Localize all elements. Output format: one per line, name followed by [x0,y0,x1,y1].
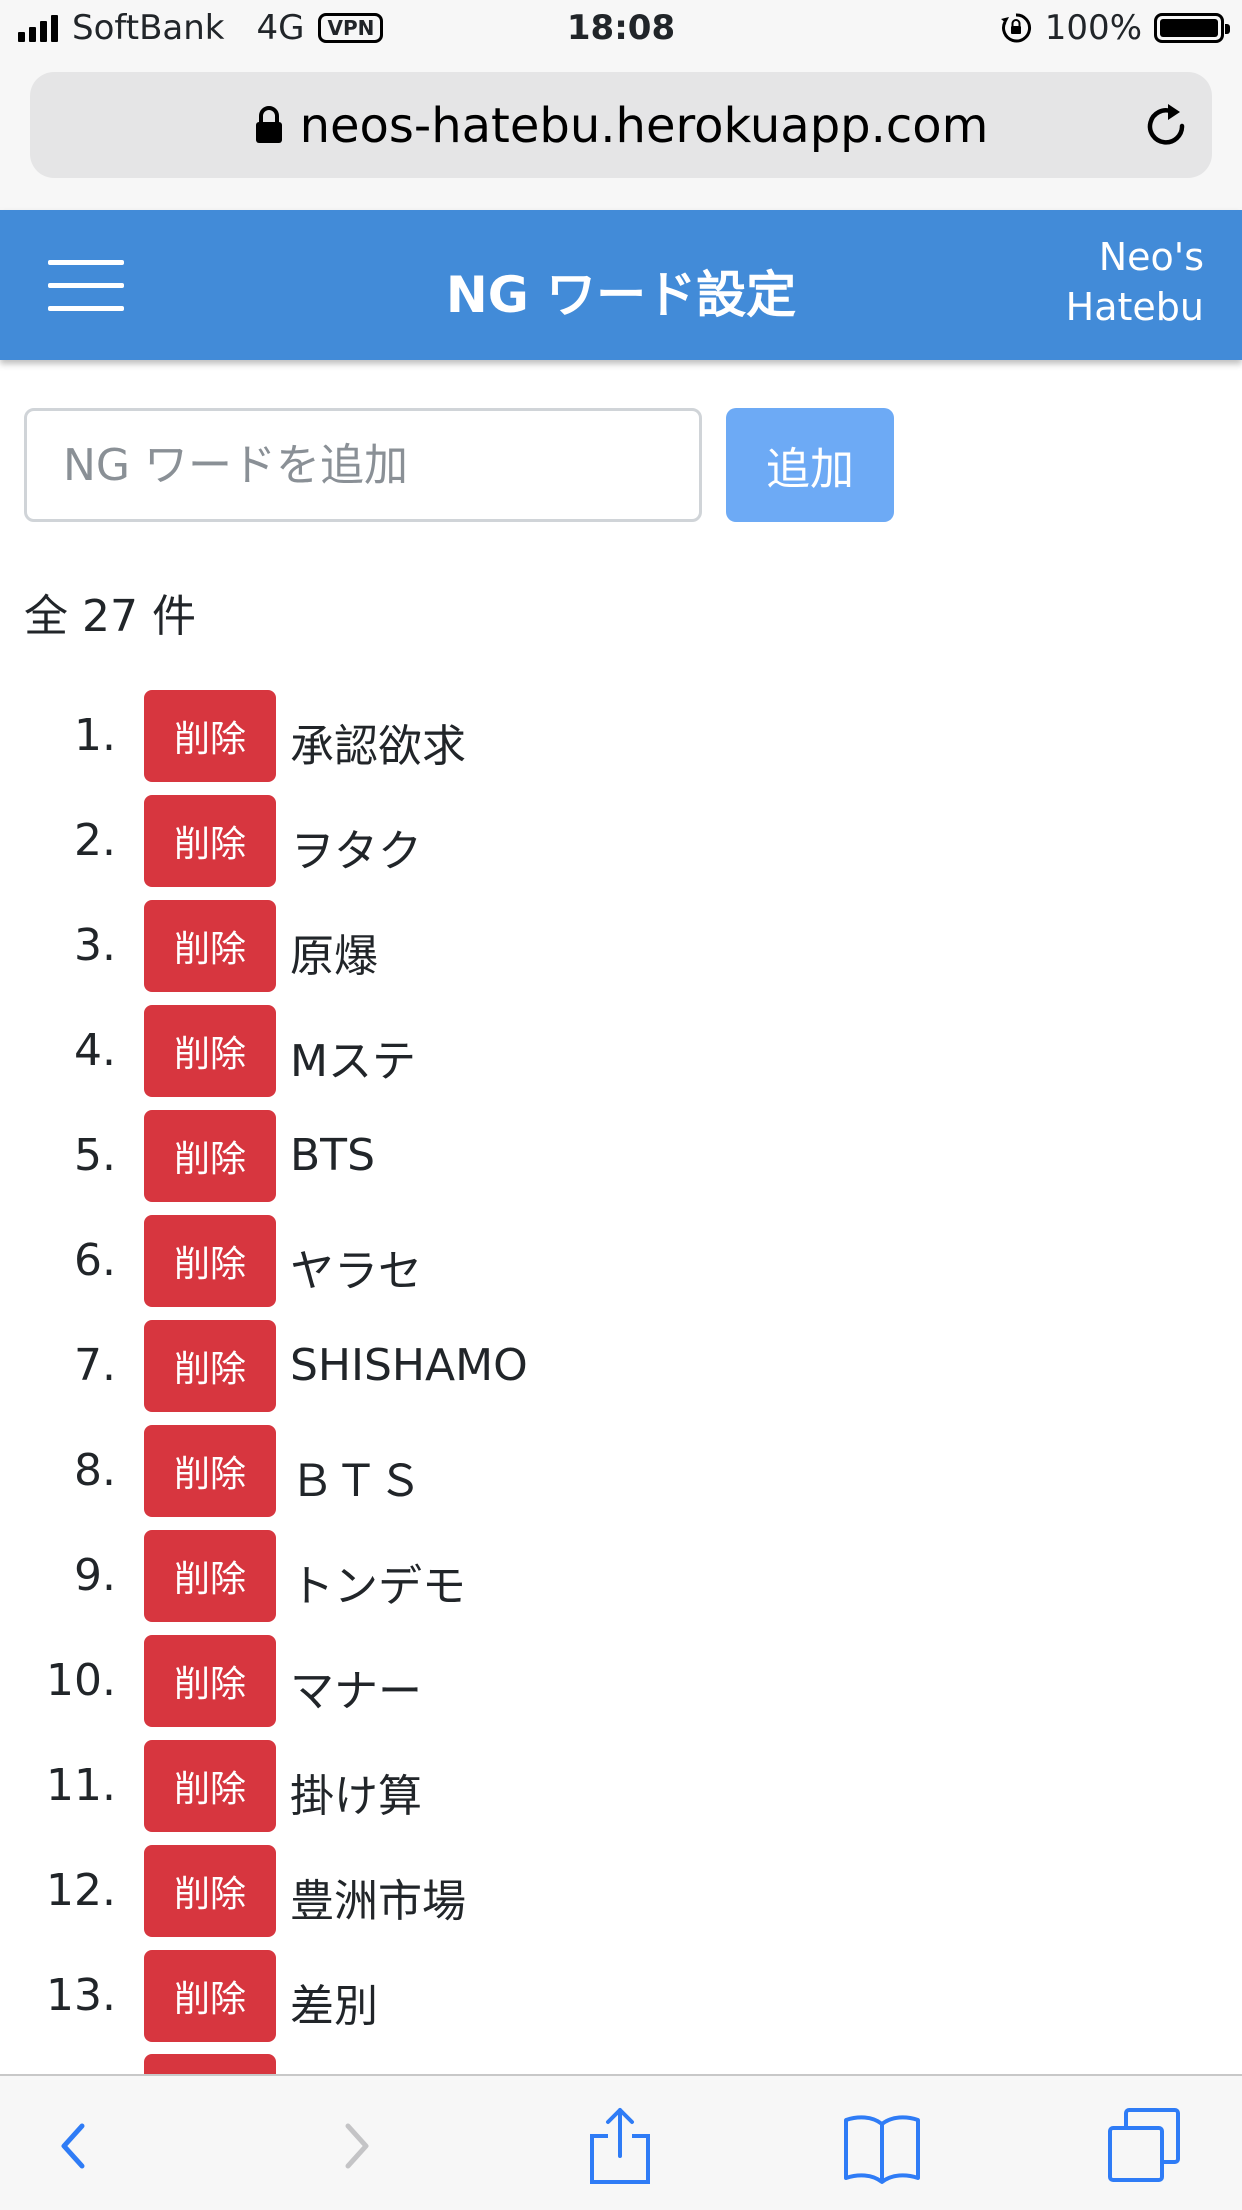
list-item: 5. 削除 BTS [0,1110,1242,1202]
ng-word-text: 豊洲市場 [290,1876,466,1927]
delete-button[interactable]: 削除 [144,1950,276,2042]
list-item-number: 9. [74,1550,116,1601]
url-text: neos-hatebu.herokuapp.com [299,98,989,154]
ng-word-text: 掛け算 [290,1771,422,1822]
ng-word-text: 差別 [290,1981,378,2032]
list-item-number: 3. [74,920,116,971]
delete-button[interactable]: 削除 [144,795,276,887]
back-icon[interactable] [38,2106,118,2186]
list-item: 13. 削除 差別 [0,1950,1242,2042]
list-item: 8. 削除 ＢＴＳ [0,1425,1242,1517]
delete-button[interactable]: 削除 [144,1320,276,1412]
brand-line-1: Neo's [1098,235,1204,279]
ng-word-text: Mステ [290,1036,416,1087]
address-text-wrap: neos-hatebu.herokuapp.com [30,98,1212,154]
list-item-number: 11. [46,1760,116,1811]
status-bar: SoftBank 4G VPN 18:08 100% [0,0,1242,62]
list-item: 4. 削除 Mステ [0,1005,1242,1097]
delete-button[interactable]: 削除 [144,900,276,992]
list-item: 6. 削除 ヤラセ [0,1215,1242,1307]
lock-icon [255,106,282,143]
app-navbar: NG ワード設定 Neo's Hatebu [0,210,1242,360]
list-item: 3. 削除 原爆 [0,900,1242,992]
add-button[interactable]: 追加 [726,408,894,522]
list-item-number: 10. [46,1655,116,1706]
ng-word-text: マナー [290,1666,422,1717]
delete-button[interactable]: 削除 [144,1215,276,1307]
battery-percent: 100% [1044,8,1142,48]
reload-icon[interactable] [1142,102,1190,150]
list-item: 9. 削除 トンデモ [0,1530,1242,1622]
list-item-number: 6. [74,1235,116,1286]
browser-toolbar [0,2074,1242,2210]
list-item-number: 2. [74,815,116,866]
ng-word-text: 原爆 [290,931,378,982]
list-item: 10. 削除 マナー [0,1635,1242,1727]
bookmarks-icon[interactable] [842,2106,922,2186]
browser-address-area: neos-hatebu.herokuapp.com [0,62,1242,210]
list-item-number: 12. [46,1865,116,1916]
delete-button[interactable]: 削除 [144,1635,276,1727]
delete-button[interactable]: 削除 [144,1005,276,1097]
delete-button[interactable]: 削除 [144,1530,276,1622]
ng-word-text: トンデモ [290,1561,466,1612]
list-item-number: 8. [74,1445,116,1496]
list-item: 11. 削除 掛け算 [0,1740,1242,1832]
list-item: 2. 削除 ヲタク [0,795,1242,887]
delete-button[interactable]: 削除 [144,690,276,782]
list-item: 1. 削除 承認欲求 [0,690,1242,782]
list-item-number: 1. [74,710,116,761]
ng-word-input[interactable] [24,408,702,522]
ng-word-text: ヤラセ [290,1246,422,1297]
list-item-number: 4. [74,1025,116,1076]
ng-word-text: SHISHAMO [290,1340,528,1391]
ng-word-text: ＢＴＳ [290,1456,422,1507]
delete-button[interactable]: 削除 [144,1110,276,1202]
list-item-number: 7. [74,1340,116,1391]
list-item: 7. 削除 SHISHAMO [0,1320,1242,1412]
brand-line-2: Hatebu [1065,285,1204,329]
status-right: 100% [999,8,1230,48]
tabs-icon[interactable] [1106,2106,1186,2186]
page-title: NG ワード設定 [445,266,797,324]
list-item-number: 13. [46,1970,116,2021]
delete-button[interactable]: 削除 [144,1845,276,1937]
ng-word-text: 承認欲求 [290,721,466,772]
list-item-number: 5. [74,1130,116,1181]
ng-word-text: BTS [290,1130,375,1181]
delete-button[interactable]: 削除 [144,1740,276,1832]
orientation-lock-icon [1000,13,1031,43]
address-bar[interactable]: neos-hatebu.herokuapp.com [30,72,1212,178]
list-item: 12. 削除 豊洲市場 [0,1845,1242,1937]
forward-icon[interactable] [312,2106,392,2186]
total-count: 全 27 件 [24,591,196,642]
delete-button[interactable]: 削除 [144,1425,276,1517]
ng-word-text: ヲタク [290,826,422,877]
brand-link[interactable]: Neo's Hatebu [1066,232,1204,332]
battery-icon [1154,13,1230,43]
share-icon[interactable] [580,2106,660,2186]
